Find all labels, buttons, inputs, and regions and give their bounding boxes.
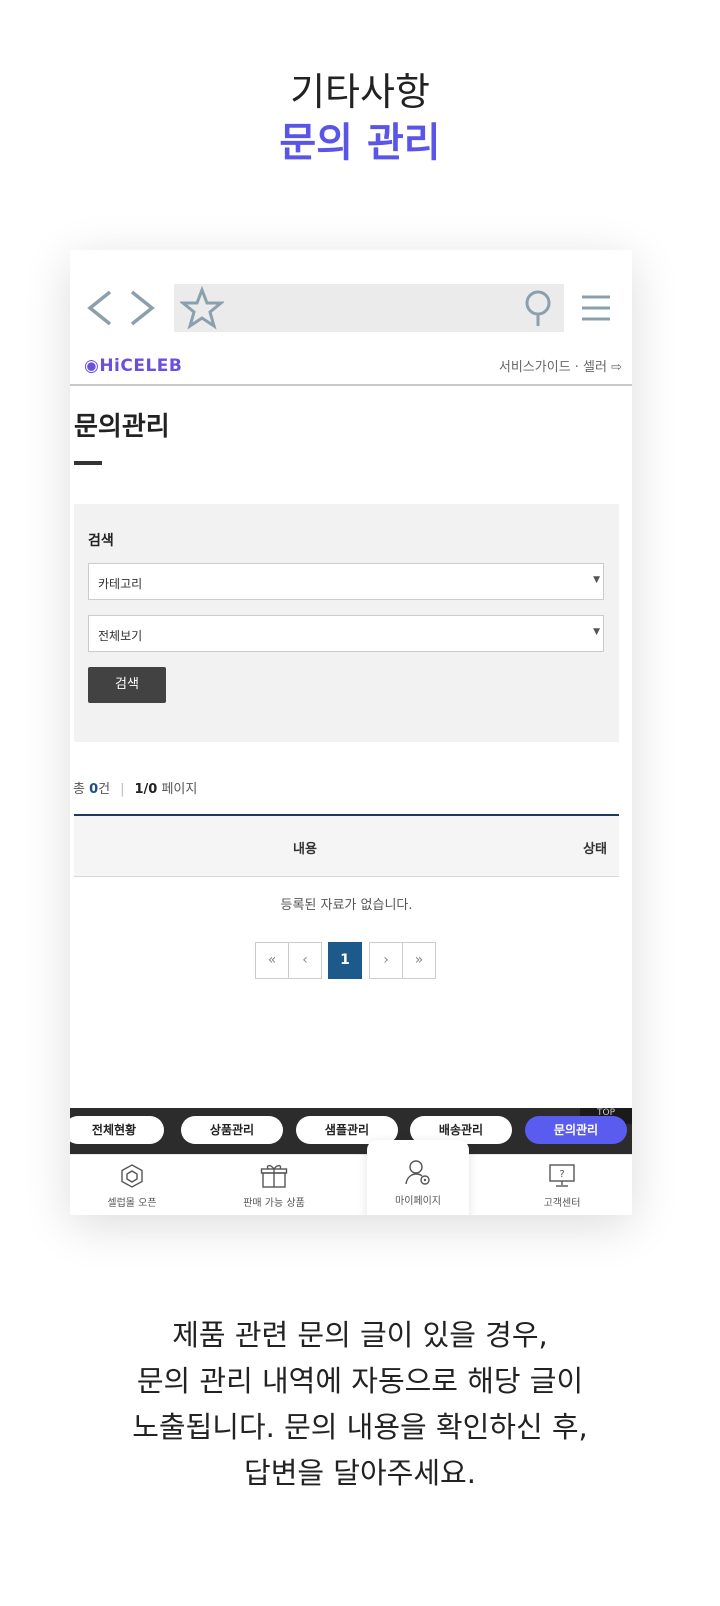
caption-line: 노출됩니다. 문의 내용을 확인하신 후, — [132, 1410, 588, 1444]
headline-subtitle: 기타사항 — [290, 70, 430, 114]
site-header: ◉HiCELEB 서비스가이드 · 셀러 ⇨ — [70, 350, 632, 386]
nav-label: 판매 가능 상품 — [243, 1198, 305, 1209]
page-suffix: 페이지 — [157, 782, 198, 797]
headline-title: 문의 관리 — [279, 120, 441, 166]
headline: 기타사항 문의 관리 — [0, 68, 720, 168]
empty-message: 등록된 자료가 없습니다. — [280, 898, 413, 913]
title-underline — [74, 461, 102, 465]
nav-label: 마이페이지 — [395, 1196, 441, 1207]
next-page-button[interactable]: › — [369, 942, 403, 979]
logo[interactable]: ◉HiCELEB — [84, 356, 182, 376]
gift-icon — [260, 1164, 288, 1188]
result-count: 총 0건 | 1/0 페이지 — [73, 778, 197, 797]
nav-label: 셀럽몰 오픈 — [107, 1198, 157, 1209]
caret-down-icon: ▼ — [593, 627, 600, 637]
category-select-value: 카테고리 — [98, 577, 143, 591]
page-button-current[interactable]: 1 — [328, 942, 362, 979]
header-links[interactable]: 서비스가이드 · 셀러 ⇨ — [499, 356, 622, 375]
inquiry-table: 내용 상태 등록된 자료가 없습니다. — [74, 814, 619, 913]
caption-line: 제품 관련 문의 글이 있을 경우, — [172, 1318, 548, 1352]
phone-mockup: ◉HiCELEB 서비스가이드 · 셀러 ⇨ 문의관리 검색 카테고리 ▼ 전체… — [70, 250, 632, 1215]
search-panel: 검색 카테고리 ▼ 전체보기 ▼ 검색 — [74, 504, 619, 742]
star-icon[interactable] — [180, 286, 224, 330]
tab-products[interactable]: 상품관리 — [181, 1116, 283, 1144]
count-prefix: 총 — [73, 782, 90, 797]
count-number: 0 — [89, 782, 99, 797]
search-label: 검색 — [88, 533, 114, 549]
caret-down-icon: ▼ — [593, 575, 600, 585]
nav-item-products[interactable]: 판매 가능 상품 — [214, 1163, 334, 1209]
nav-label: 고객센터 — [543, 1198, 581, 1209]
bottom-nav: 셀럽몰 오픈 판매 가능 상품 ? 고객센터 — [70, 1154, 632, 1215]
user-settings-icon — [405, 1160, 430, 1185]
url-bar[interactable] — [174, 284, 564, 332]
table-header: 내용 상태 — [74, 814, 619, 877]
first-page-button[interactable]: « — [255, 942, 289, 979]
forward-icon[interactable] — [124, 284, 160, 332]
view-select[interactable]: 전체보기 ▼ — [88, 615, 604, 652]
column-header-status: 상태 — [583, 842, 607, 857]
menu-icon[interactable] — [580, 290, 612, 326]
back-icon[interactable] — [82, 284, 118, 332]
search-icon[interactable] — [516, 286, 560, 330]
hexagon-icon — [121, 1164, 143, 1188]
tab-overview[interactable]: 전체현황 — [70, 1116, 164, 1144]
last-page-button[interactable]: » — [402, 942, 436, 979]
page-info: 1/0 — [134, 782, 158, 797]
view-select-value: 전체보기 — [98, 629, 143, 643]
monitor-help-icon: ? — [549, 1164, 575, 1187]
caption-line: 답변을 달아주세요. — [244, 1456, 476, 1490]
caption: 제품 관련 문의 글이 있을 경우, 문의 관리 내역에 자동으로 해당 글이 … — [0, 1312, 720, 1496]
seller-tab-bar: TOP 전체현황 상품관리 샘플관리 배송관리 문의관리 — [70, 1108, 632, 1154]
divider: | — [120, 782, 125, 797]
nav-item-celeb-mall[interactable]: 셀럽몰 오픈 — [72, 1163, 192, 1209]
tab-inquiries[interactable]: 문의관리 — [525, 1116, 627, 1144]
column-header-content: 내용 — [293, 842, 317, 857]
browser-toolbar — [70, 250, 632, 350]
search-button[interactable]: 검색 — [88, 667, 166, 703]
svg-text:?: ? — [559, 1169, 564, 1180]
nav-item-mypage[interactable]: 마이페이지 — [367, 1140, 469, 1215]
caption-line: 문의 관리 내역에 자동으로 해당 글이 — [136, 1364, 584, 1398]
page-title: 문의관리 — [74, 412, 170, 442]
count-suffix: 건 — [98, 782, 111, 797]
nav-item-support[interactable]: ? 고객센터 — [502, 1163, 622, 1209]
prev-page-button[interactable]: ‹ — [288, 942, 322, 979]
category-select[interactable]: 카테고리 ▼ — [88, 563, 604, 600]
